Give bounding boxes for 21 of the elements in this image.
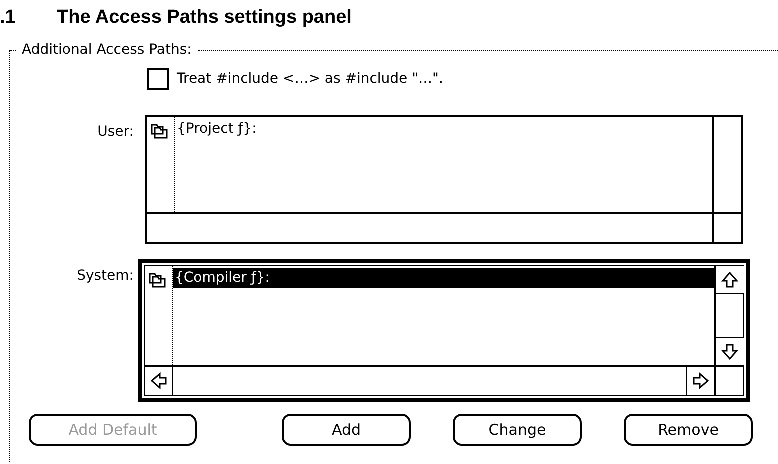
list-label: System: [76,267,135,286]
scroll-down-button[interactable] [716,337,744,365]
scroll-up-button[interactable] [716,266,744,294]
list-label: User: [96,123,135,142]
action-button[interactable]: Change [453,414,582,446]
list-item[interactable]: {Project ƒ}: [175,119,712,139]
list-item[interactable]: {Compiler ƒ}: [173,268,714,288]
left-arrow-icon [150,372,168,390]
folder-icon [149,272,167,288]
checkbox[interactable] [147,68,169,90]
path-list[interactable]: {Project ƒ}: [145,115,743,244]
action-button[interactable]: Add [282,414,411,446]
path-list[interactable]: {Compiler ƒ}: [138,259,750,402]
down-arrow-icon [721,342,739,360]
section-number: .1 [0,6,17,30]
section-title: The Access Paths settings panel [57,6,352,30]
folder-icon [151,123,169,140]
up-arrow-icon [721,270,739,288]
checkbox-label[interactable]: Treat #include <…> as #include "…". [177,68,444,90]
action-button[interactable]: Remove [624,414,753,446]
right-arrow-icon [692,372,710,390]
